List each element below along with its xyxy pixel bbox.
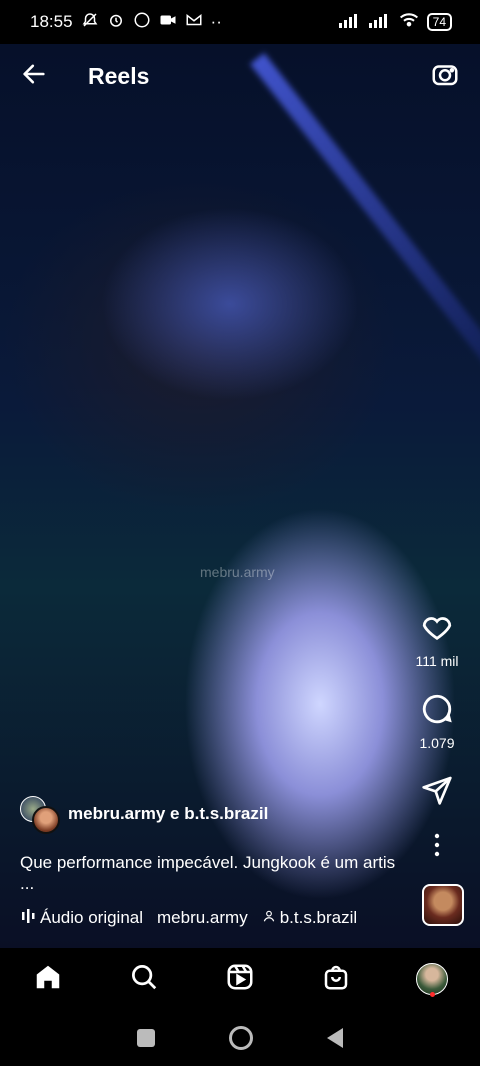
system-navigation bbox=[0, 1010, 480, 1066]
author-names[interactable]: mebru.army e b.t.s.brazil bbox=[68, 804, 268, 824]
video-watermark: mebru.army bbox=[200, 564, 275, 580]
nav-search[interactable] bbox=[120, 955, 168, 1003]
caption-more[interactable]: ... bbox=[20, 874, 34, 894]
shopping-bag-icon bbox=[321, 962, 351, 997]
recents-button[interactable] bbox=[137, 1029, 155, 1047]
bottom-navigation bbox=[0, 948, 480, 1010]
search-icon bbox=[129, 962, 159, 997]
more-notifications: ·· bbox=[210, 12, 222, 31]
status-time: 18:55 bbox=[30, 12, 73, 31]
avatar bbox=[32, 806, 60, 834]
nav-shop[interactable] bbox=[312, 955, 360, 1003]
nav-reels[interactable] bbox=[216, 955, 264, 1003]
back-arrow-icon[interactable] bbox=[20, 60, 48, 93]
battery-indicator: 74 bbox=[426, 13, 452, 31]
video-call-icon bbox=[159, 11, 177, 34]
nav-profile[interactable] bbox=[408, 955, 456, 1003]
profile-avatar bbox=[416, 963, 448, 995]
person-icon bbox=[262, 908, 276, 928]
reels-icon bbox=[225, 962, 255, 997]
comment-count: 1.079 bbox=[419, 735, 455, 751]
audio-original[interactable]: Áudio original bbox=[22, 908, 143, 928]
heart-icon[interactable] bbox=[420, 610, 454, 649]
author-avatars[interactable] bbox=[20, 796, 60, 834]
alarm-icon bbox=[107, 11, 125, 34]
signal-icon-2 bbox=[368, 12, 391, 33]
status-bar: 18:55 ·· 74 bbox=[0, 0, 480, 44]
audio-row[interactable]: Áudio original mebru.army b.t.s.brazil bbox=[22, 908, 357, 928]
post-author[interactable]: mebru.army e b.t.s.brazil bbox=[20, 796, 268, 834]
audio-thumbnail[interactable] bbox=[422, 884, 464, 926]
nav-home[interactable] bbox=[24, 955, 72, 1003]
post-caption[interactable]: Que performance impecável. Jungkook é um… bbox=[20, 852, 420, 874]
audio-author[interactable]: mebru.army bbox=[157, 908, 248, 928]
camera-icon[interactable] bbox=[430, 59, 460, 94]
reels-header: Reels bbox=[0, 44, 480, 108]
more-vertical-icon[interactable] bbox=[433, 832, 441, 863]
page-title: Reels bbox=[88, 62, 150, 89]
audio-label: Áudio original bbox=[40, 908, 144, 927]
collab-tag[interactable]: b.t.s.brazil bbox=[262, 908, 357, 928]
like-action[interactable]: 111 mil bbox=[404, 610, 470, 669]
collab-name: b.t.s.brazil bbox=[279, 908, 358, 927]
gmail-icon bbox=[185, 11, 203, 34]
comment-action[interactable]: 1.079 bbox=[404, 692, 470, 751]
like-count: 111 mil bbox=[415, 653, 459, 669]
share-action[interactable] bbox=[404, 774, 470, 811]
wifi-icon bbox=[399, 12, 419, 33]
home-icon bbox=[33, 962, 63, 997]
whatsapp-icon bbox=[133, 11, 151, 34]
home-button[interactable] bbox=[229, 1026, 253, 1050]
back-button[interactable] bbox=[327, 1028, 343, 1048]
notification-dot bbox=[430, 992, 435, 997]
send-icon[interactable] bbox=[421, 774, 453, 811]
mute-icon bbox=[81, 11, 99, 34]
comment-icon[interactable] bbox=[420, 692, 454, 731]
signal-icon bbox=[338, 12, 361, 33]
equalizer-icon bbox=[22, 908, 36, 928]
